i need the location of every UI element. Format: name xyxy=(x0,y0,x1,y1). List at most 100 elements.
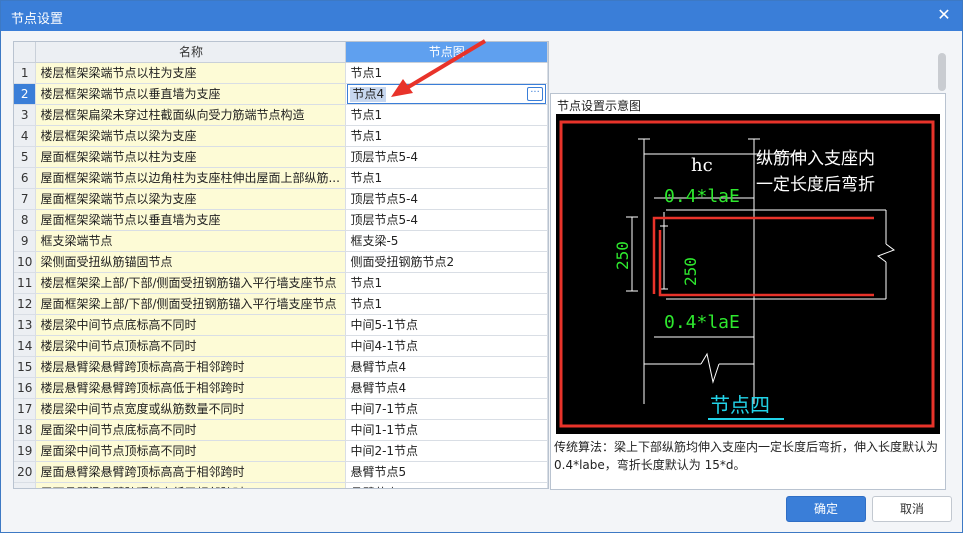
row-index[interactable]: 15 xyxy=(14,356,37,378)
row-node[interactable]: 中间7-1节点 xyxy=(345,398,548,420)
row-index[interactable]: 4 xyxy=(14,125,37,147)
row-name[interactable]: 屋面框架梁端节点以垂直墙为支座 xyxy=(35,209,347,231)
row-index[interactable]: 1 xyxy=(14,62,37,84)
table-row[interactable]: 19 屋面梁中间节点顶标高不同时 中间2-1节点 xyxy=(14,440,548,462)
row-name[interactable]: 屋面框架梁上部/下部/侧面受扭钢筋锚入平行墙支座节点 xyxy=(35,293,347,315)
row-index[interactable]: 5 xyxy=(14,146,37,168)
row-index[interactable]: 9 xyxy=(14,230,37,252)
table-row[interactable]: 4 楼层框架梁端节点以梁为支座 节点1 xyxy=(14,125,548,147)
row-index[interactable]: 13 xyxy=(14,314,37,336)
table-row[interactable]: 21屋面悬臂梁悬臂跨顶标高低于相邻跨时悬臂节点5 xyxy=(14,482,548,488)
row-index[interactable]: 14 xyxy=(14,335,37,357)
table-row[interactable]: 9 框支梁端节点 框支梁-5 xyxy=(14,230,548,252)
table-row[interactable]: 20 屋面悬臂梁悬臂跨顶标高高于相邻跨时 悬臂节点5 xyxy=(14,461,548,483)
row-name[interactable]: 梁侧面受扭纵筋锚固节点 xyxy=(35,251,347,273)
preview-title: 节点设置示意图 xyxy=(557,99,642,113)
table-row[interactable]: 6 屋面框架梁端节点以边角柱为支座柱伸出屋面上部纵筋... 节点1 xyxy=(14,167,548,189)
table-row[interactable]: 17 楼层梁中间节点宽度或纵筋数量不同时 中间7-1节点 xyxy=(14,398,548,420)
table-row[interactable]: 13 楼层梁中间节点底标高不同时 中间5-1节点 xyxy=(14,314,548,336)
row-name[interactable]: 屋面框架梁端节点以边角柱为支座柱伸出屋面上部纵筋... xyxy=(35,167,347,189)
row-name[interactable]: 屋面悬臂梁悬臂跨顶标高低于相邻跨时 xyxy=(35,482,347,488)
table-row[interactable]: 14 楼层梁中间节点顶标高不同时 中间4-1节点 xyxy=(14,335,548,357)
hc-label: hc xyxy=(691,155,713,176)
row-name[interactable]: 楼层梁中间节点顶标高不同时 xyxy=(35,335,347,357)
table-row[interactable]: 16 楼层悬臂梁悬臂跨顶标高低于相邻跨时 悬臂节点4 xyxy=(14,377,548,399)
node-diagram: hc 纵筋伸入支座内 一定长度后弯折 0.4*laE 0.4*laE 250 2… xyxy=(556,114,940,434)
row-name[interactable]: 楼层框架扁梁未穿过柱截面纵向受力筋端节点构造 xyxy=(35,104,347,126)
row-index[interactable]: 12 xyxy=(14,293,37,315)
table-row[interactable]: 15 楼层悬臂梁悬臂跨顶标高高于相邻跨时 悬臂节点4 xyxy=(14,356,548,378)
table-row[interactable]: 7 屋面框架梁端节点以梁为支座 顶层节点5-4 xyxy=(14,188,548,210)
dialog-title: 节点设置 xyxy=(11,12,64,27)
scrollbar-thumb[interactable] xyxy=(938,53,946,91)
row-node[interactable]: 悬臂节点4 xyxy=(345,377,548,399)
row-name[interactable]: 屋面悬臂梁悬臂跨顶标高高于相邻跨时 xyxy=(35,461,347,483)
row-node[interactable]: 节点1 xyxy=(345,104,548,126)
row-name[interactable]: 楼层框架梁端节点以梁为支座 xyxy=(35,125,347,147)
node-settings-dialog: 节点设置 ✕ 名称 节点图 1 楼层框架梁端节点以柱为支座 节点1 2 楼层框架梁端节点… xyxy=(0,0,963,533)
diagram-highlight-frame xyxy=(559,120,935,428)
row-name[interactable]: 屋面梁中间节点底标高不同时 xyxy=(35,419,347,441)
row-name[interactable]: 屋面框架梁端节点以梁为支座 xyxy=(35,188,347,210)
dim-left-label: 250 xyxy=(613,241,632,270)
row-node[interactable]: 顶层节点5-4 xyxy=(345,146,548,168)
row-index[interactable]: 19 xyxy=(14,440,37,462)
anchor-length-top: 0.4*laE xyxy=(664,186,740,207)
table-row[interactable]: 12 屋面框架梁上部/下部/侧面受扭钢筋锚入平行墙支座节点 节点1 xyxy=(14,293,548,315)
row-name[interactable]: 楼层梁中间节点宽度或纵筋数量不同时 xyxy=(35,398,347,420)
ok-button[interactable]: 确定 xyxy=(786,496,866,522)
row-name[interactable]: 楼层框架梁端节点以柱为支座 xyxy=(35,62,347,84)
node-settings-table: 名称 节点图 1 楼层框架梁端节点以柱为支座 节点1 2 楼层框架梁端节点以垂直墙为支座… xyxy=(13,41,549,489)
row-name[interactable]: 楼层梁中间节点底标高不同时 xyxy=(35,314,347,336)
row-node[interactable]: 悬臂节点4 xyxy=(345,356,548,378)
row-node[interactable]: 中间1-1节点 xyxy=(345,419,548,441)
row-index[interactable]: 20 xyxy=(14,461,37,483)
row-index[interactable]: 2 xyxy=(14,83,37,105)
table-row[interactable]: 5 屋面框架梁端节点以柱为支座 顶层节点5-4 xyxy=(14,146,548,168)
header-name[interactable]: 名称 xyxy=(35,42,347,63)
close-icon[interactable]: ✕ xyxy=(934,5,954,25)
table-row[interactable]: 3 楼层框架扁梁未穿过柱截面纵向受力筋端节点构造 节点1 xyxy=(14,104,548,126)
anchor-length-bottom: 0.4*laE xyxy=(664,312,740,333)
table-row[interactable]: 8 屋面框架梁端节点以垂直墙为支座 顶层节点5-4 xyxy=(14,209,548,231)
row-node[interactable]: 顶层节点5-4 xyxy=(345,209,548,231)
row-index[interactable]: 21 xyxy=(14,482,37,488)
bend-note-line2: 一定长度后弯折 xyxy=(756,175,875,195)
row-index[interactable]: 3 xyxy=(14,104,37,126)
row-index[interactable]: 7 xyxy=(14,188,37,210)
row-node[interactable]: 节点1 xyxy=(345,272,548,294)
row-index[interactable]: 18 xyxy=(14,419,37,441)
row-name[interactable]: 框支梁端节点 xyxy=(35,230,347,252)
table-row[interactable]: 11 楼层框架梁上部/下部/侧面受扭钢筋锚入平行墙支座节点 节点1 xyxy=(14,272,548,294)
row-index[interactable]: 8 xyxy=(14,209,37,231)
annotation-arrow-icon xyxy=(391,39,487,97)
row-name[interactable]: 楼层悬臂梁悬臂跨顶标高低于相邻跨时 xyxy=(35,377,347,399)
row-index[interactable]: 6 xyxy=(14,167,37,189)
title-bar: 节点设置 ✕ xyxy=(1,1,962,31)
row-node[interactable]: 节点1 xyxy=(345,293,548,315)
row-name[interactable]: 楼层框架梁上部/下部/侧面受扭钢筋锚入平行墙支座节点 xyxy=(35,272,347,294)
row-node[interactable]: 框支梁-5 xyxy=(345,230,548,252)
more-options-button[interactable]: ··· xyxy=(527,86,543,101)
row-index[interactable]: 11 xyxy=(14,272,37,294)
table-row[interactable]: 10 梁侧面受扭纵筋锚固节点 侧面受扭钢筋节点2 xyxy=(14,251,548,273)
row-name[interactable]: 屋面框架梁端节点以柱为支座 xyxy=(35,146,347,168)
row-node[interactable]: 节点1 xyxy=(345,167,548,189)
table-row[interactable]: 18 屋面梁中间节点底标高不同时 中间1-1节点 xyxy=(14,419,548,441)
row-node[interactable]: 中间5-1节点 xyxy=(345,314,548,336)
row-node[interactable]: 悬臂节点5 xyxy=(345,482,548,488)
row-index[interactable]: 17 xyxy=(14,398,37,420)
cancel-button[interactable]: 取消 xyxy=(872,496,952,522)
dim-inner-label: 250 xyxy=(681,257,700,286)
row-node[interactable]: 节点1 xyxy=(345,125,548,147)
row-name[interactable]: 楼层框架梁端节点以垂直墙为支座 xyxy=(35,83,347,105)
row-name[interactable]: 楼层悬臂梁悬臂跨顶标高高于相邻跨时 xyxy=(35,356,347,378)
row-node[interactable]: 顶层节点5-4 xyxy=(345,188,548,210)
row-index[interactable]: 10 xyxy=(14,251,37,273)
row-node[interactable]: 中间4-1节点 xyxy=(345,335,548,357)
row-node[interactable]: 侧面受扭钢筋节点2 xyxy=(345,251,548,273)
row-node[interactable]: 悬臂节点5 xyxy=(345,461,548,483)
row-node[interactable]: 中间2-1节点 xyxy=(345,440,548,462)
row-index[interactable]: 16 xyxy=(14,377,37,399)
row-name[interactable]: 屋面梁中间节点顶标高不同时 xyxy=(35,440,347,462)
